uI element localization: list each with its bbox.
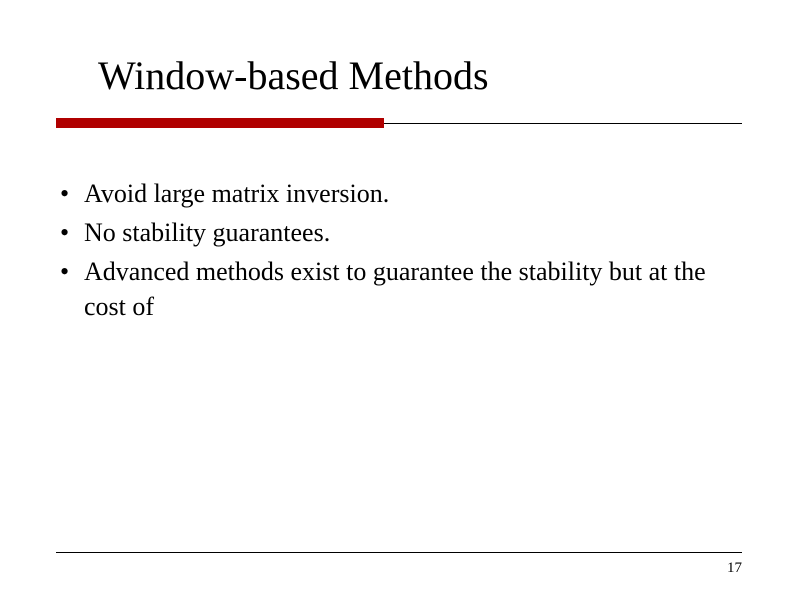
bullet-item: Avoid large matrix inversion. (56, 176, 742, 211)
bullet-item: No stability guarantees. (56, 215, 742, 250)
bullet-list: Avoid large matrix inversion. No stabili… (56, 176, 742, 328)
page-number: 17 (727, 560, 742, 577)
bullet-item: Advanced methods exist to guarantee the … (56, 254, 742, 324)
title-underline-accent (56, 118, 384, 128)
slide-title: Window-based Methods (98, 52, 489, 99)
slide: Window-based Methods Avoid large matrix … (0, 0, 794, 595)
title-underline-thin (384, 123, 742, 124)
footer-divider (56, 552, 742, 553)
